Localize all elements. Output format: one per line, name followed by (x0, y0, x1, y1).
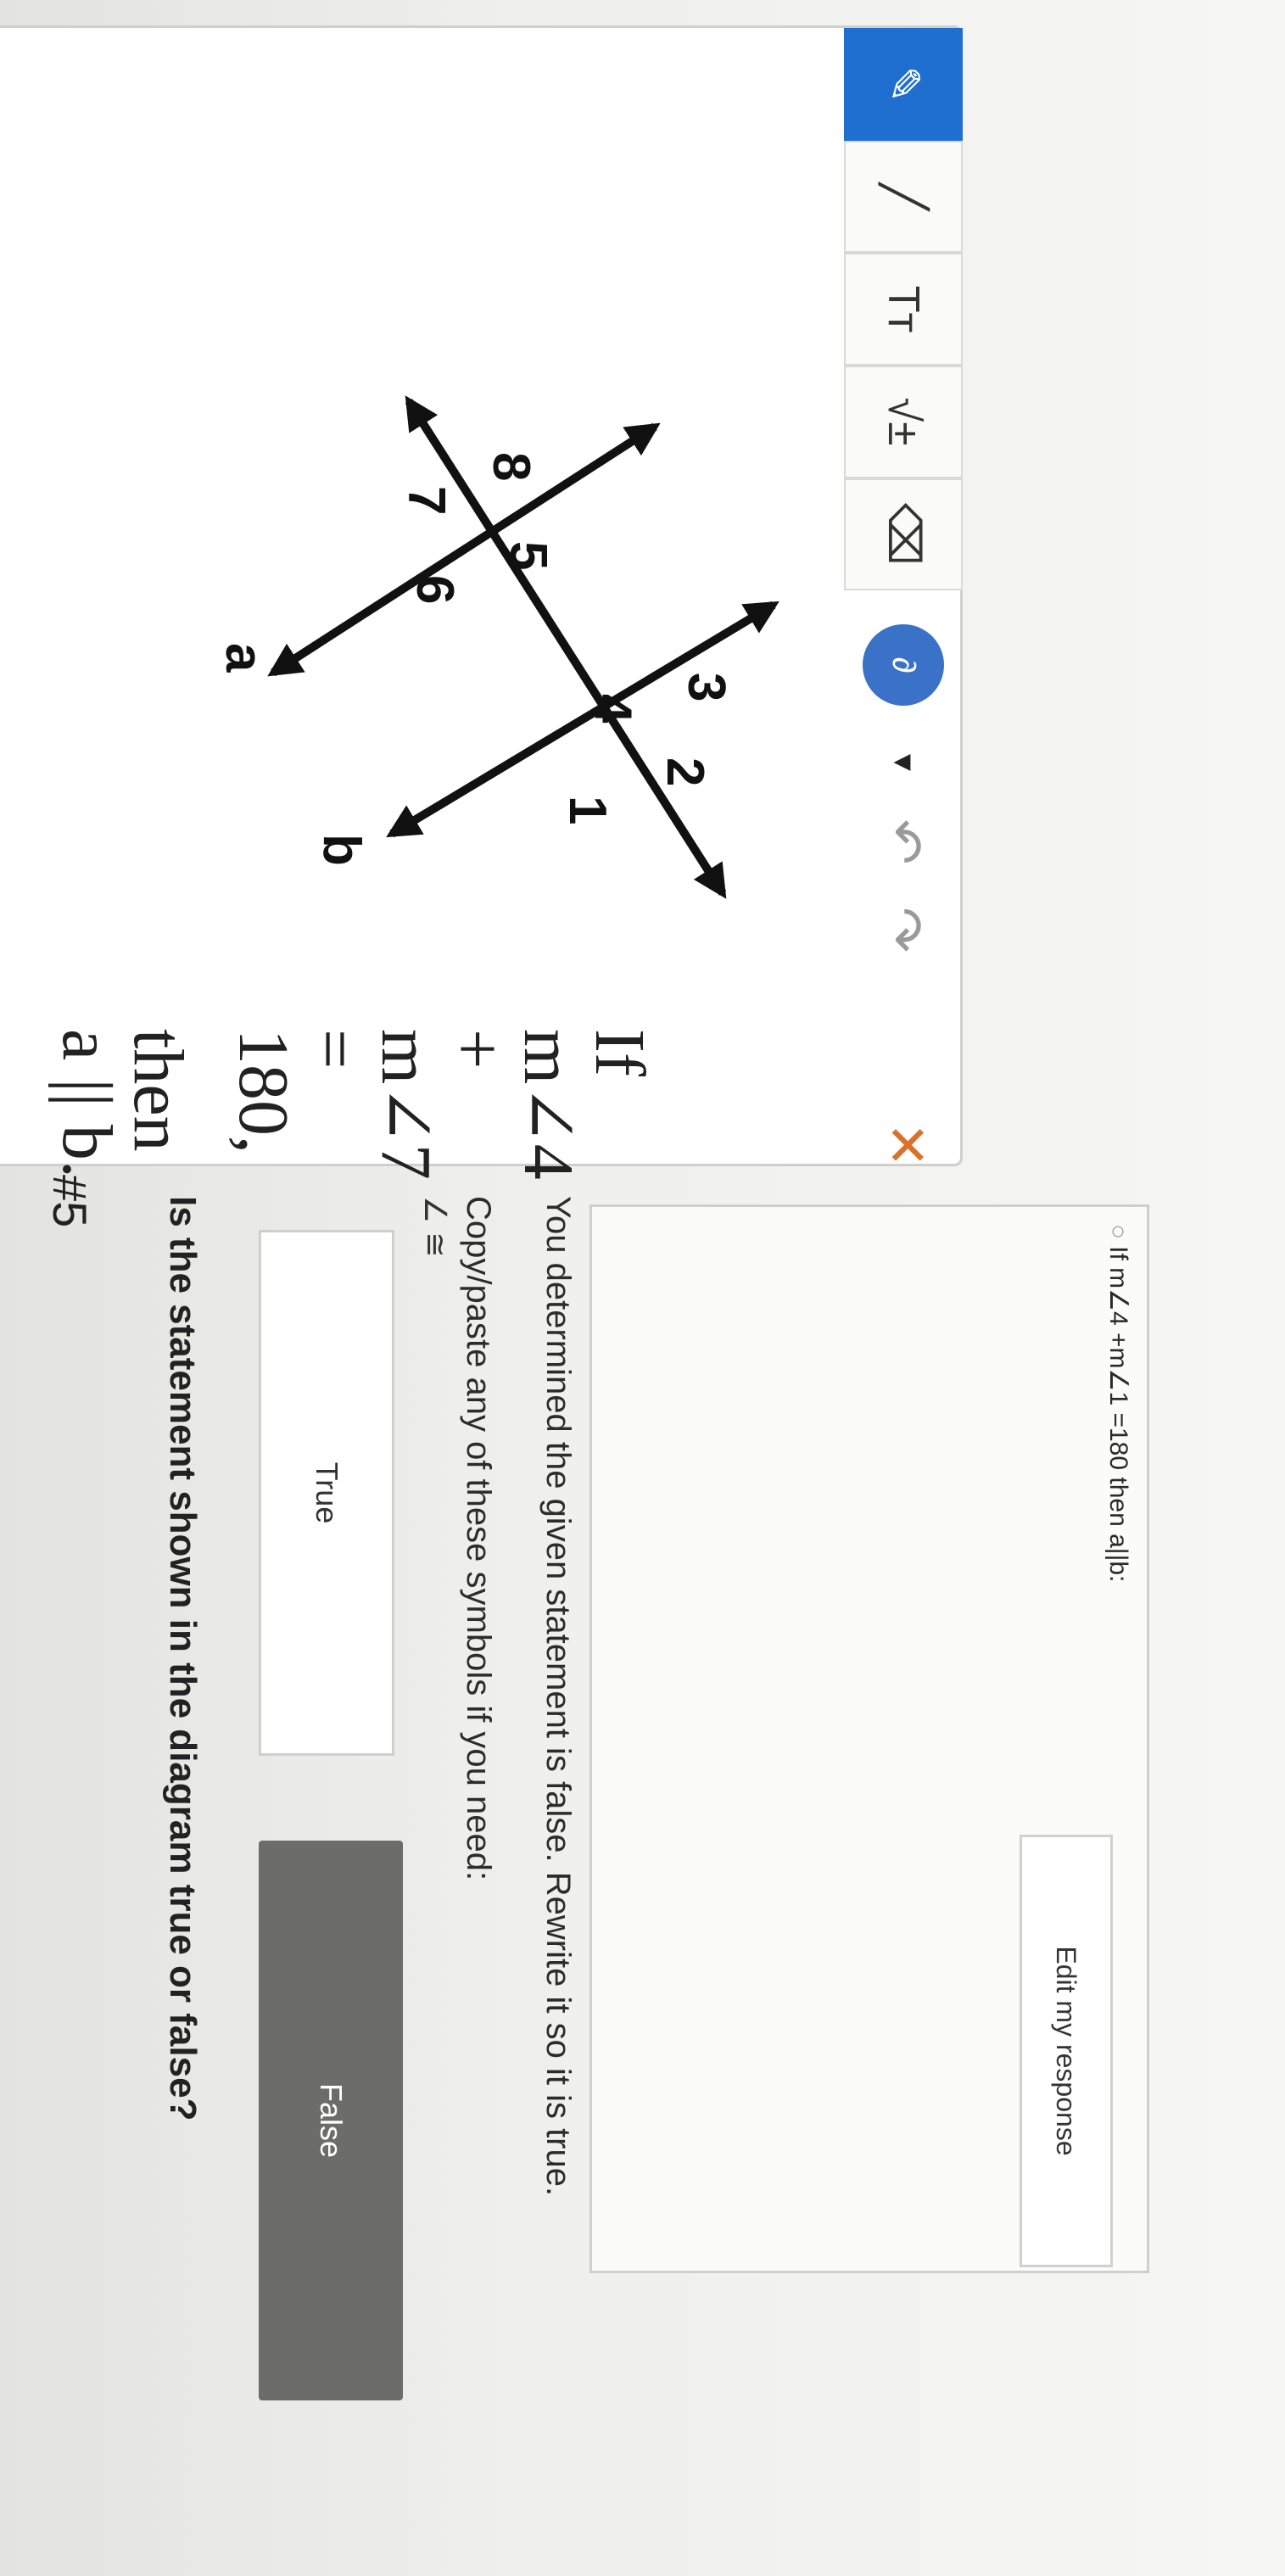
angle-label-7: 7 (397, 486, 455, 515)
eraser-icon: ⌫ (879, 503, 928, 566)
question-number: #5 (43, 1175, 97, 1228)
sqrt-icon: √± (879, 397, 928, 446)
text-size-icon: Tт (879, 285, 928, 333)
question-prompt: Is the statement shown in the diagram tr… (162, 1196, 204, 2121)
angle-label-3: 3 (677, 673, 735, 701)
response-text: ○ If m∠4 +m∠1 =180 then a||b: (1103, 1224, 1133, 1582)
angle-label-4: 4 (584, 694, 642, 724)
undo-icon[interactable]: ↶ (872, 819, 936, 865)
pencil-icon: ✎ (879, 65, 928, 103)
assignment-screen: ✎ ╱ Tт √± ⌫ ∂ ▼ ↶ ↷ ✕ 2 1 3 4 5 6 8 7 a … (0, 0, 1285, 2576)
symbols-label: Copy/paste any of these symbols if you n… (460, 1196, 497, 1881)
angle-label-8: 8 (482, 452, 540, 481)
instruction-text: You determined the given statement is fa… (539, 1196, 577, 2197)
pencil-tool-button[interactable]: ✎ (844, 28, 963, 141)
line-tool-button[interactable]: ╱ (844, 140, 963, 254)
copyable-symbols[interactable]: ∠ ≅ (414, 1196, 455, 2553)
edit-response-label: Edit my response (1051, 1946, 1082, 2156)
angle-label-5: 5 (499, 541, 557, 570)
false-button[interactable]: False (259, 1841, 403, 2400)
angle-label-1: 1 (558, 796, 617, 824)
false-button-label: False (314, 2082, 349, 2159)
text-tool-button[interactable]: Tт (844, 253, 963, 366)
color-swatch-icon: ∂ (886, 657, 922, 673)
redo-icon[interactable]: ↷ (872, 907, 936, 953)
parallel-lines-diagram: 2 1 3 4 5 6 8 7 a b (215, 395, 779, 899)
drawing-toolbar: ✎ ╱ Tт √± ⌫ ∂ ▼ ↶ ↷ (844, 28, 963, 953)
response-value: If m∠4 +m∠1 =180 then a||b: (1104, 1246, 1132, 1583)
math-tool-button[interactable]: √± (844, 365, 963, 478)
caret-down-icon[interactable]: ▼ (887, 748, 920, 777)
angle-label-2: 2 (656, 757, 714, 786)
true-button-label: True (310, 1461, 344, 1524)
angle-label-6: 6 (405, 575, 464, 604)
statement-line-2: then a || b. (47, 1029, 198, 1178)
instruction-block: You determined the given statement is fa… (414, 1196, 581, 2553)
bullet-icon: ○ (1104, 1224, 1132, 1240)
line-a (267, 422, 661, 677)
true-button[interactable]: True (259, 1230, 394, 1756)
line-label-b: b (312, 834, 371, 866)
diagram-card: ✎ ╱ Tт √± ⌫ ∂ ▼ ↶ ↷ ✕ 2 1 3 4 5 6 8 7 a … (0, 25, 963, 1180)
toolbar-extras: ∂ ▼ ↶ ↷ (863, 624, 944, 953)
line-icon: ╱ (879, 183, 928, 210)
response-box: ○ If m∠4 +m∠1 =180 then a||b: Edit my res… (589, 1204, 1149, 2273)
close-icon[interactable]: ✕ (874, 1122, 938, 1168)
edit-response-button[interactable]: Edit my response (1020, 1835, 1113, 2267)
color-picker-button[interactable]: ∂ (863, 624, 944, 707)
eraser-tool-button[interactable]: ⌫ (844, 478, 963, 591)
statement-line-1: If m∠4 + m∠7 = 180, (224, 1029, 659, 1180)
statement-text: If m∠4 + m∠7 = 180, then a || b. (47, 1029, 659, 1180)
line-label-a: a (215, 643, 273, 673)
